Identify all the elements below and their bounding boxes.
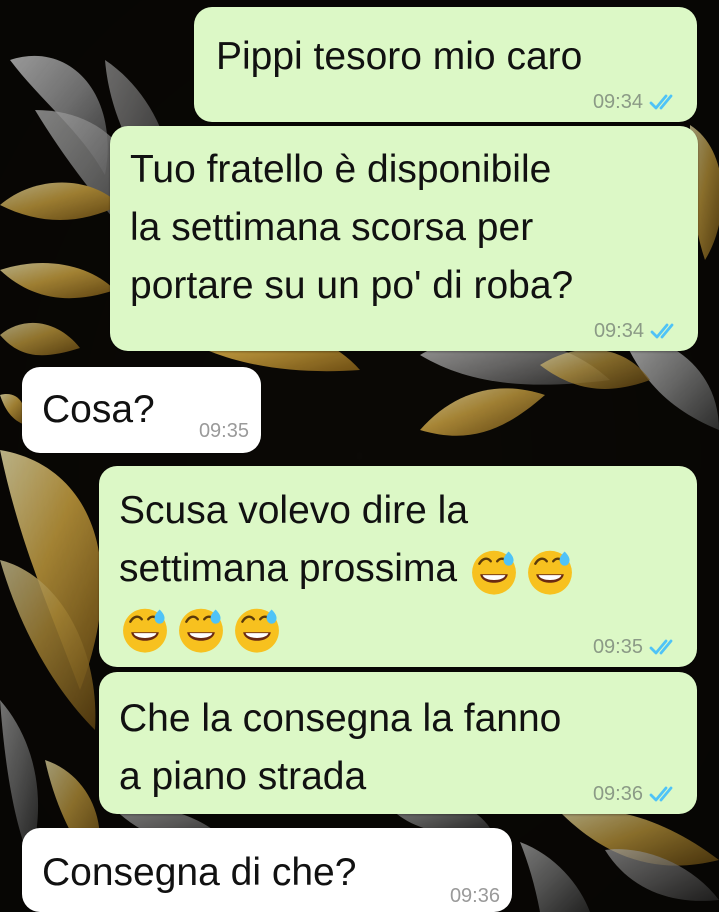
- message-bubble-outgoing[interactable]: Che la consegna la fanno a piano strada …: [99, 672, 697, 814]
- double-check-read-icon: [650, 323, 674, 339]
- chat-thread: Pippi tesoro mio caro 09:34 Tuo fratello…: [0, 0, 719, 912]
- message-time: 09:34: [593, 320, 644, 342]
- message-bubble-outgoing[interactable]: Tuo fratello è disponibile la settimana …: [110, 126, 698, 351]
- message-meta: 09:36: [450, 886, 500, 906]
- message-meta: 09:34: [593, 92, 681, 112]
- message-time: 09:36: [449, 885, 500, 907]
- message-text: Pippi tesoro mio caro: [216, 35, 583, 78]
- message-text-line: settimana prossima: [119, 540, 677, 598]
- emoji-row: [119, 603, 283, 655]
- grinning-face-with-sweat-icon: [528, 550, 572, 595]
- message-text-line: portare su un po' di roba?: [130, 264, 574, 307]
- grinning-face-with-sweat-icon: [235, 608, 279, 653]
- message-text-line: Scusa volevo dire la: [119, 489, 469, 532]
- message-text-line: Tuo fratello è disponibile: [130, 148, 552, 191]
- double-check-read-icon: [649, 94, 673, 110]
- message-time: 09:35: [592, 636, 643, 658]
- message-meta: 09:35: [593, 637, 681, 657]
- message-text: Consegna di che?: [42, 851, 357, 894]
- message-meta: 09:35: [199, 421, 249, 441]
- grinning-face-with-sweat-icon: [123, 608, 167, 653]
- message-text-fragment: settimana prossima: [119, 547, 458, 590]
- double-check-read-icon: [649, 639, 673, 655]
- grinning-face-with-sweat-icon: [472, 550, 516, 595]
- message-text-line: Che la consegna la fanno: [119, 697, 562, 740]
- message-time: 09:36: [592, 783, 643, 805]
- message-bubble-outgoing[interactable]: Pippi tesoro mio caro 09:34: [194, 7, 697, 122]
- emoji-row: [468, 545, 576, 597]
- message-bubble-incoming[interactable]: Cosa? 09:35: [22, 367, 261, 453]
- message-time: 09:34: [592, 91, 643, 113]
- message-meta: 09:34: [594, 321, 682, 341]
- message-bubble-incoming[interactable]: Consegna di che? 09:36: [22, 828, 512, 912]
- message-meta: 09:36: [593, 784, 681, 804]
- message-time: 09:35: [198, 420, 249, 442]
- grinning-face-with-sweat-icon: [179, 608, 223, 653]
- message-text-line: la settimana scorsa per: [130, 206, 534, 249]
- double-check-read-icon: [649, 786, 673, 802]
- message-bubble-outgoing[interactable]: Scusa volevo dire la settimana prossima: [99, 466, 697, 667]
